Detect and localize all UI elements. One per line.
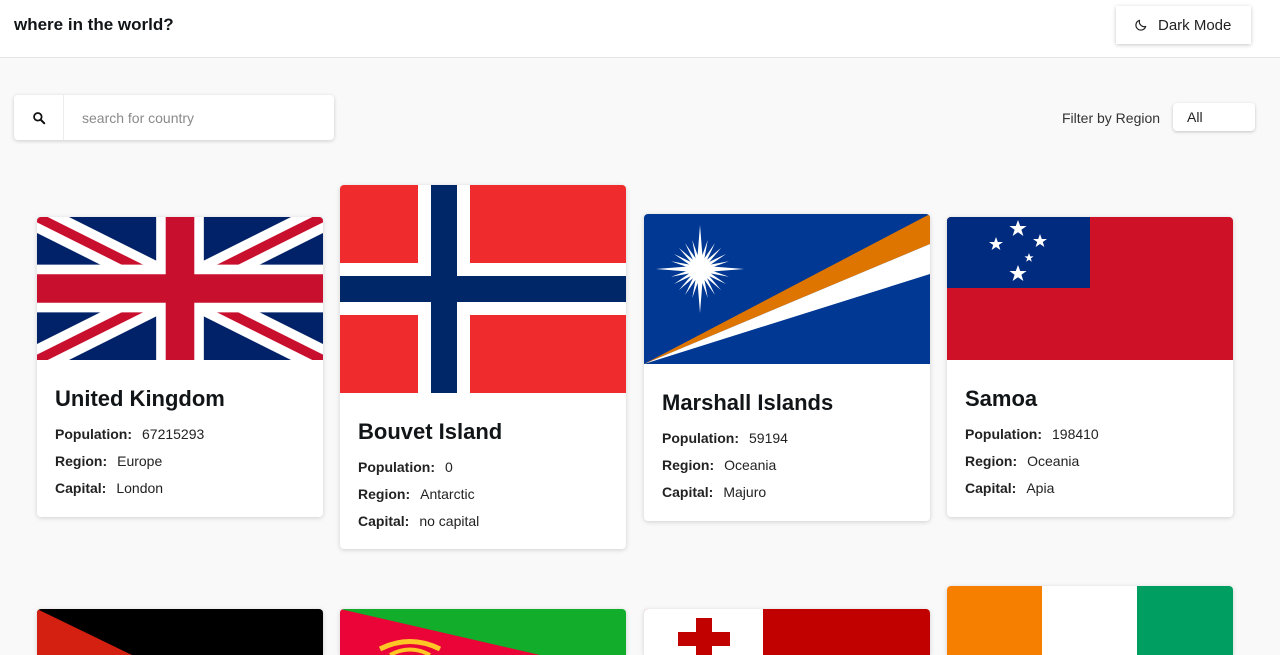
population-label: Population: bbox=[358, 459, 435, 475]
capital-label: Capital: bbox=[55, 480, 107, 496]
capital-value: London bbox=[116, 480, 164, 496]
region-row: Region: Oceania bbox=[965, 448, 1215, 475]
united-kingdom-flag bbox=[37, 217, 323, 360]
region-label: Region: bbox=[55, 453, 108, 469]
tonga-flag bbox=[644, 609, 930, 655]
afghanistan-flag bbox=[37, 609, 323, 655]
population-value: 59194 bbox=[749, 430, 788, 446]
top-bar: where in the world? Dark Mode bbox=[0, 0, 1280, 58]
filter-label: Filter by Region bbox=[1062, 110, 1161, 126]
region-label: Region: bbox=[358, 486, 411, 502]
population-row: Population: 67215293 bbox=[55, 421, 305, 448]
region-row: Region: Europe bbox=[55, 448, 305, 475]
capital-label: Capital: bbox=[358, 513, 410, 529]
country-card-samoa[interactable]: Samoa Population: 198410 Region: Oceania C… bbox=[947, 217, 1233, 517]
country-card-bouvet-island[interactable]: Bouvet Island Population: 0 Region: Antarc… bbox=[340, 185, 626, 549]
search-icon bbox=[32, 111, 45, 124]
population-label: Population: bbox=[965, 426, 1042, 442]
population-value: 0 bbox=[445, 459, 453, 475]
region-row: Region: Oceania bbox=[662, 452, 912, 479]
population-row: Population: 0 bbox=[358, 454, 608, 481]
search-input[interactable] bbox=[64, 96, 324, 139]
dark-mode-label: Dark Mode bbox=[1158, 16, 1232, 34]
capital-label: Capital: bbox=[662, 484, 714, 500]
search-box bbox=[14, 95, 334, 140]
app-title: where in the world? bbox=[14, 15, 174, 34]
country-card[interactable] bbox=[947, 586, 1233, 655]
norway-flag bbox=[340, 185, 626, 393]
country-card-marshall-islands[interactable]: Marshall Islands Population: 59194 Region… bbox=[644, 214, 930, 521]
region-label: Region: bbox=[662, 457, 715, 473]
region-label: Region: bbox=[965, 453, 1018, 469]
capital-value: Apia bbox=[1026, 480, 1055, 496]
capital-row: Capital: Majuro bbox=[662, 479, 912, 506]
region-value: Oceania bbox=[1027, 453, 1080, 469]
search-button[interactable] bbox=[14, 95, 64, 140]
capital-value: no capital bbox=[419, 513, 480, 529]
population-row: Population: 59194 bbox=[662, 425, 912, 452]
country-name: Samoa bbox=[965, 386, 1038, 411]
samoa-flag bbox=[947, 217, 1233, 360]
region-row: Region: Antarctic bbox=[358, 481, 608, 508]
population-label: Population: bbox=[662, 430, 739, 446]
capital-label: Capital: bbox=[965, 480, 1017, 496]
dark-mode-button[interactable]: Dark Mode bbox=[1116, 6, 1251, 44]
population-value: 67215293 bbox=[142, 426, 205, 442]
capital-row: Capital: Apia bbox=[965, 475, 1215, 502]
country-card-united-kingdom[interactable]: United Kingdom Population: 67215293 Regio… bbox=[37, 217, 323, 517]
country-card[interactable] bbox=[644, 609, 930, 655]
country-name: Marshall Islands bbox=[662, 390, 834, 415]
capital-row: Capital: London bbox=[55, 475, 305, 502]
marshall-islands-flag bbox=[644, 214, 930, 364]
ivory-coast-flag bbox=[947, 586, 1233, 655]
region-value: Europe bbox=[117, 453, 163, 469]
eritrea-flag bbox=[340, 609, 626, 655]
population-label: Population: bbox=[55, 426, 132, 442]
region-filter-select[interactable]: All bbox=[1173, 103, 1255, 131]
region-value: Antarctic bbox=[420, 486, 475, 502]
region-filter-value: All bbox=[1187, 109, 1203, 125]
capital-value: Majuro bbox=[723, 484, 767, 500]
country-card[interactable] bbox=[37, 609, 323, 655]
population-row: Population: 198410 bbox=[965, 421, 1215, 448]
country-card[interactable] bbox=[340, 609, 626, 655]
capital-row: Capital: no capital bbox=[358, 508, 608, 535]
country-name: United Kingdom bbox=[55, 386, 225, 411]
region-value: Oceania bbox=[724, 457, 777, 473]
moon-icon bbox=[1135, 19, 1147, 31]
country-name: Bouvet Island bbox=[358, 419, 503, 444]
population-value: 198410 bbox=[1052, 426, 1099, 442]
